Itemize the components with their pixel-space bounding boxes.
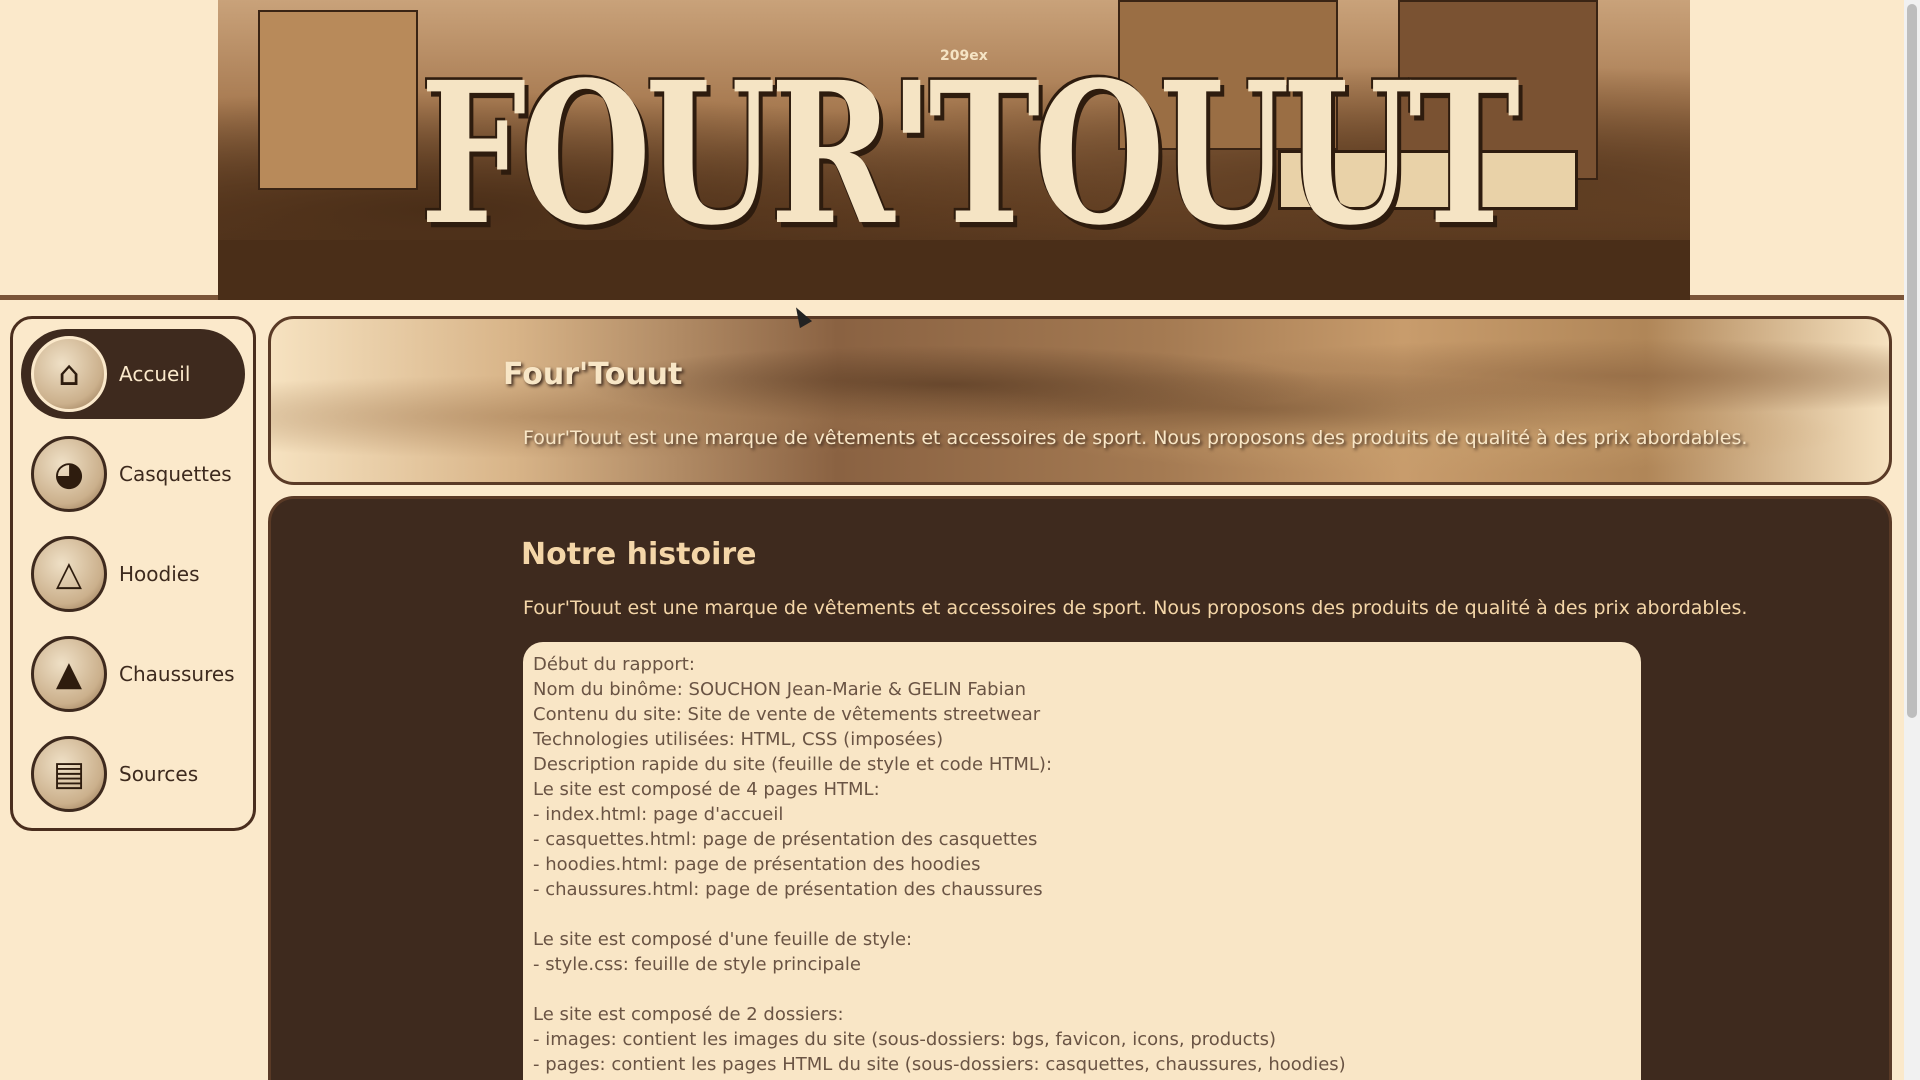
sneaker-icon: ▲ bbox=[31, 636, 107, 712]
site-banner: FOUR'TOUUT 209ex bbox=[0, 0, 1904, 300]
sidebar-item-accueil[interactable]: ⌂ Accueil bbox=[21, 329, 245, 419]
report-line: - pages: contient les pages HTML du site… bbox=[533, 1054, 1346, 1075]
report-line: - style.css: feuille de style principale bbox=[533, 954, 861, 975]
sidebar-item-label: Hoodies bbox=[119, 562, 200, 586]
report-line: Contenu du site: Site de vente de vêteme… bbox=[533, 704, 1041, 725]
sidebar-item-sources[interactable]: ▤ Sources bbox=[21, 729, 245, 819]
section-description: Four'Touut est une marque de vêtements e… bbox=[523, 597, 1748, 619]
sidebar-item-casquettes[interactable]: ◕ Casquettes bbox=[21, 429, 245, 519]
logo-tag: 209ex bbox=[940, 48, 988, 64]
report-line: - hoodies.html: page de présentation des… bbox=[533, 854, 981, 875]
report-line: - index.html: page d'accueil bbox=[533, 804, 784, 825]
report-line: Le site est composé de 2 dossiers: bbox=[533, 1004, 844, 1025]
sidebar-nav: ⌂ Accueil ◕ Casquettes △ Hoodies ▲ Chaus… bbox=[10, 316, 256, 831]
page-scrollbar[interactable] bbox=[1904, 0, 1920, 1080]
report-box: Début du rapport: Nom du binôme: SOUCHON… bbox=[523, 642, 1641, 1080]
report-line: Le site est composé de 4 pages HTML: bbox=[533, 779, 880, 800]
banner-building bbox=[258, 10, 418, 190]
report-line: Début du rapport: bbox=[533, 654, 695, 675]
report-line: Description rapide du site (feuille de s… bbox=[533, 754, 1053, 775]
sidebar-item-label: Sources bbox=[119, 762, 199, 786]
hero-title: Four'Touut bbox=[503, 357, 683, 392]
sidebar-item-label: Chaussures bbox=[119, 662, 235, 686]
sidebar-item-hoodies[interactable]: △ Hoodies bbox=[21, 529, 245, 619]
report-line bbox=[533, 977, 1631, 1002]
site-logo: FOUR'TOUUT bbox=[420, 40, 1520, 269]
report-line: Technologies utilisées: HTML, CSS (impos… bbox=[533, 729, 944, 750]
scrollbar-thumb[interactable] bbox=[1907, 4, 1917, 718]
hero-description: Four'Touut est une marque de vêtements e… bbox=[523, 427, 1748, 449]
hoodie-icon: △ bbox=[31, 536, 107, 612]
sidebar-item-label: Accueil bbox=[119, 362, 191, 386]
cap-icon: ◕ bbox=[31, 436, 107, 512]
report-line: - casquettes.html: page de présentation … bbox=[533, 829, 1038, 850]
document-icon: ▤ bbox=[31, 736, 107, 812]
report-line: Le site est composé d'une feuille de sty… bbox=[533, 929, 913, 950]
main-content: Notre histoire Four'Touut est une marque… bbox=[268, 496, 1892, 1080]
report-line: - images: contient les images du site (s… bbox=[533, 1029, 1276, 1050]
sidebar-item-chaussures[interactable]: ▲ Chaussures bbox=[21, 629, 245, 719]
report-line: Nom du binôme: SOUCHON Jean-Marie & GELI… bbox=[533, 679, 1027, 700]
section-title: Notre histoire bbox=[521, 537, 757, 572]
report-line bbox=[533, 902, 1631, 927]
sidebar-item-label: Casquettes bbox=[119, 462, 232, 486]
hero-section: Four'Touut Four'Touut est une marque de … bbox=[268, 316, 1892, 485]
house-sneaker-icon: ⌂ bbox=[31, 336, 107, 412]
report-line: - chaussures.html: page de présentation … bbox=[533, 879, 1043, 900]
